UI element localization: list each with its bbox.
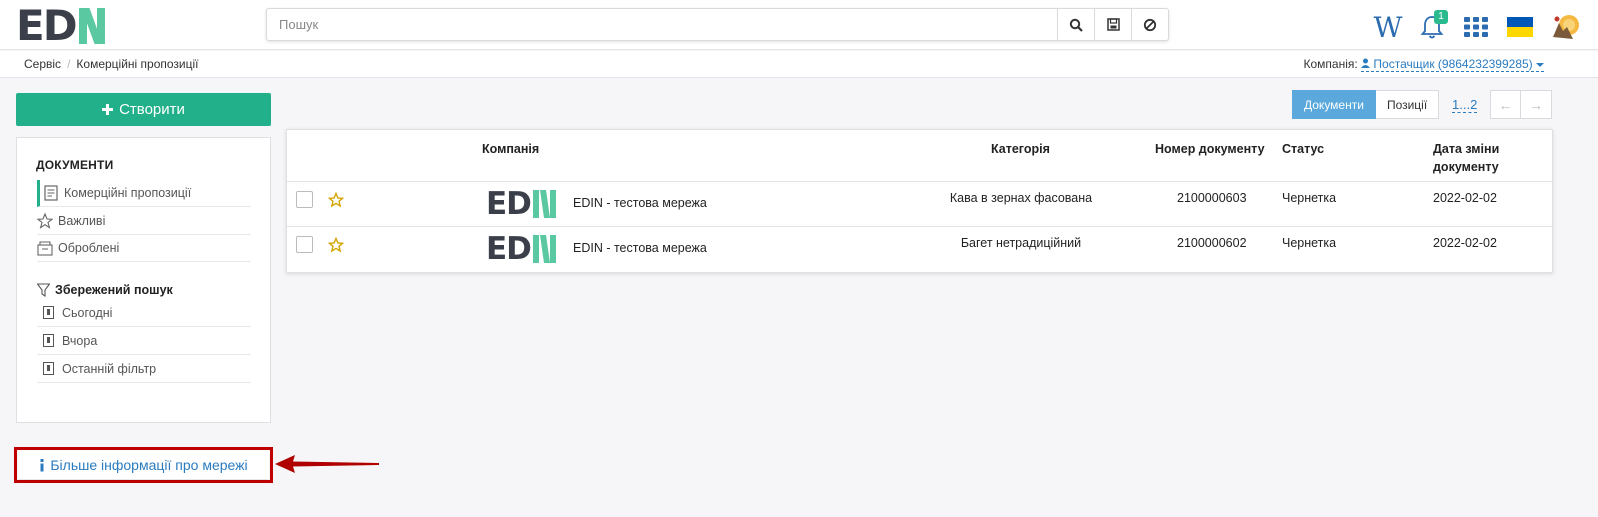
- create-label: Створити: [119, 101, 185, 118]
- top-header: ED W 1: [0, 0, 1598, 50]
- filter-icon: [37, 283, 50, 297]
- company-logo-n-mark: [532, 235, 556, 263]
- archive-icon: [37, 240, 53, 256]
- cell-company: EDIN - тестова мережа: [573, 196, 707, 210]
- wiki-icon[interactable]: W: [1366, 11, 1410, 44]
- header-icons: W 1: [1366, 10, 1582, 44]
- cell-status: Чернетка: [1282, 191, 1337, 205]
- column-header-status[interactable]: Статус: [1282, 140, 1324, 158]
- company-logo-n-mark: [532, 190, 556, 218]
- breadcrumb-bar: Сервіс / Комерційні пропозиції Компанія: П…: [0, 51, 1598, 78]
- saved-search-title: Збережений пошук: [37, 283, 173, 297]
- favorite-star-icon[interactable]: [328, 192, 344, 208]
- saved-search-last-filter[interactable]: Останній фільтр: [37, 355, 251, 383]
- save-icon: [1106, 18, 1120, 31]
- company-label: Компанія:: [1303, 57, 1358, 71]
- documents-table: Компанія Категорія Номер документу Стату…: [286, 129, 1553, 273]
- saved-search-label: Вчора: [62, 333, 98, 348]
- info-button-label: Більше інформації про мережі: [50, 457, 248, 473]
- breadcrumb-current: Комерційні пропозиції: [76, 57, 199, 71]
- company-logo-text: ED: [486, 231, 532, 267]
- search-button[interactable]: [1057, 9, 1094, 40]
- saved-search-yesterday[interactable]: Вчора: [37, 327, 251, 355]
- user-avatar[interactable]: [1548, 10, 1582, 44]
- saved-search-label: Останній фільтр: [62, 361, 157, 376]
- sidebar-item-commercial-offers[interactable]: Комерційні пропозиції: [37, 180, 251, 207]
- pagination-nav: ← →: [1490, 90, 1552, 119]
- cell-doc-number: 2100000603: [1177, 191, 1247, 205]
- caret-down-icon: [1536, 63, 1544, 67]
- sidebar-item-label: Оброблені: [58, 241, 120, 255]
- star-icon: [37, 213, 53, 229]
- arrow-right-icon: →: [1529, 96, 1543, 113]
- row-checkbox[interactable]: [296, 236, 313, 253]
- search-input[interactable]: [267, 9, 1057, 40]
- column-header-doc-number[interactable]: Номер документу: [1155, 140, 1265, 158]
- table-row[interactable]: ED EDIN - тестова мережа Багет нетрадиці…: [287, 227, 1552, 272]
- sidebar-item-label: Комерційні пропозиції: [64, 186, 192, 200]
- saved-filter-doc-icon: [43, 306, 54, 319]
- language-flag-icon[interactable]: [1498, 17, 1542, 37]
- row-checkbox[interactable]: [296, 191, 313, 208]
- favorite-star-icon[interactable]: [328, 237, 344, 253]
- sidebar-item-label: Важливі: [58, 214, 106, 228]
- company-dropdown[interactable]: Постачщик (9864232399285): [1361, 57, 1544, 72]
- table-row[interactable]: ED EDIN - тестова мережа Кава в зернах ф…: [287, 182, 1552, 227]
- cell-doc-number: 2100000602: [1177, 236, 1247, 250]
- avatar-icon: [1553, 15, 1579, 39]
- saved-filter-doc-icon: [43, 362, 54, 375]
- ban-icon: [1143, 18, 1157, 31]
- company-logo-text: ED: [486, 186, 532, 222]
- company-logo: ED: [486, 231, 557, 267]
- column-header-category[interactable]: Категорія: [991, 140, 1050, 158]
- logo-text: ED: [16, 1, 78, 50]
- next-page-button[interactable]: →: [1521, 90, 1552, 119]
- cell-company: EDIN - тестова мережа: [573, 241, 707, 255]
- cell-date: 2022-02-02: [1433, 191, 1497, 205]
- column-header-company[interactable]: Компанія: [482, 140, 539, 158]
- company-selector: Компанія: Постачщик (9864232399285): [1303, 57, 1544, 72]
- company-logo: ED: [486, 186, 557, 222]
- clear-search-button[interactable]: [1131, 9, 1168, 40]
- view-toggle: Документи Позиції: [1292, 90, 1440, 119]
- column-header-date[interactable]: Дата зміни документу: [1433, 140, 1523, 176]
- sidebar-item-important[interactable]: Важливі: [37, 208, 251, 235]
- annotation-arrow: [275, 455, 379, 473]
- apps-button[interactable]: [1454, 17, 1498, 37]
- user-icon: [1361, 58, 1371, 68]
- sidebar-title: ДОКУМЕНТИ: [36, 158, 114, 172]
- document-list-icon: [43, 185, 58, 201]
- cell-date: 2022-02-02: [1433, 236, 1497, 250]
- highlight-frame: Більше інформації про мережі: [14, 447, 273, 483]
- cell-category: Багет нетрадиційний: [960, 236, 1082, 250]
- search-icon: [1069, 18, 1083, 32]
- prev-page-button[interactable]: ←: [1490, 90, 1521, 119]
- networks-info-button[interactable]: Більше інформації про мережі: [18, 451, 269, 479]
- breadcrumb: Сервіс / Комерційні пропозиції: [24, 57, 199, 71]
- saved-search-label: Сьогодні: [62, 305, 113, 320]
- cell-status: Чернетка: [1282, 236, 1337, 250]
- notification-badge: 1: [1434, 10, 1448, 24]
- sidebar-item-processed[interactable]: Оброблені: [37, 235, 251, 262]
- edin-logo[interactable]: ED: [16, 1, 105, 50]
- sidebar: ДОКУМЕНТИ Комерційні пропозиції Важливі …: [16, 137, 271, 423]
- create-button[interactable]: Створити: [16, 93, 271, 126]
- notifications-button[interactable]: 1: [1410, 10, 1454, 42]
- logo-n-mark: [78, 8, 105, 44]
- saved-search-label: Збережений пошук: [55, 283, 173, 297]
- saved-search-today[interactable]: Сьогодні: [37, 299, 251, 327]
- company-value: Постачщик (9864232399285): [1373, 57, 1533, 71]
- pagination-range[interactable]: 1...2: [1452, 97, 1478, 113]
- search-bar: [266, 8, 1169, 41]
- saved-filter-doc-icon: [43, 334, 54, 347]
- arrow-left-icon: ←: [1498, 96, 1513, 113]
- tab-documents[interactable]: Документи: [1292, 90, 1376, 119]
- breadcrumb-service[interactable]: Сервіс: [24, 57, 61, 71]
- tab-positions[interactable]: Позиції: [1375, 90, 1440, 119]
- grid-icon: [1464, 17, 1488, 37]
- save-search-button[interactable]: [1094, 9, 1131, 40]
- cell-category: Кава в зернах фасована: [949, 191, 1093, 205]
- plus-icon: [102, 104, 114, 115]
- info-icon: [40, 458, 44, 471]
